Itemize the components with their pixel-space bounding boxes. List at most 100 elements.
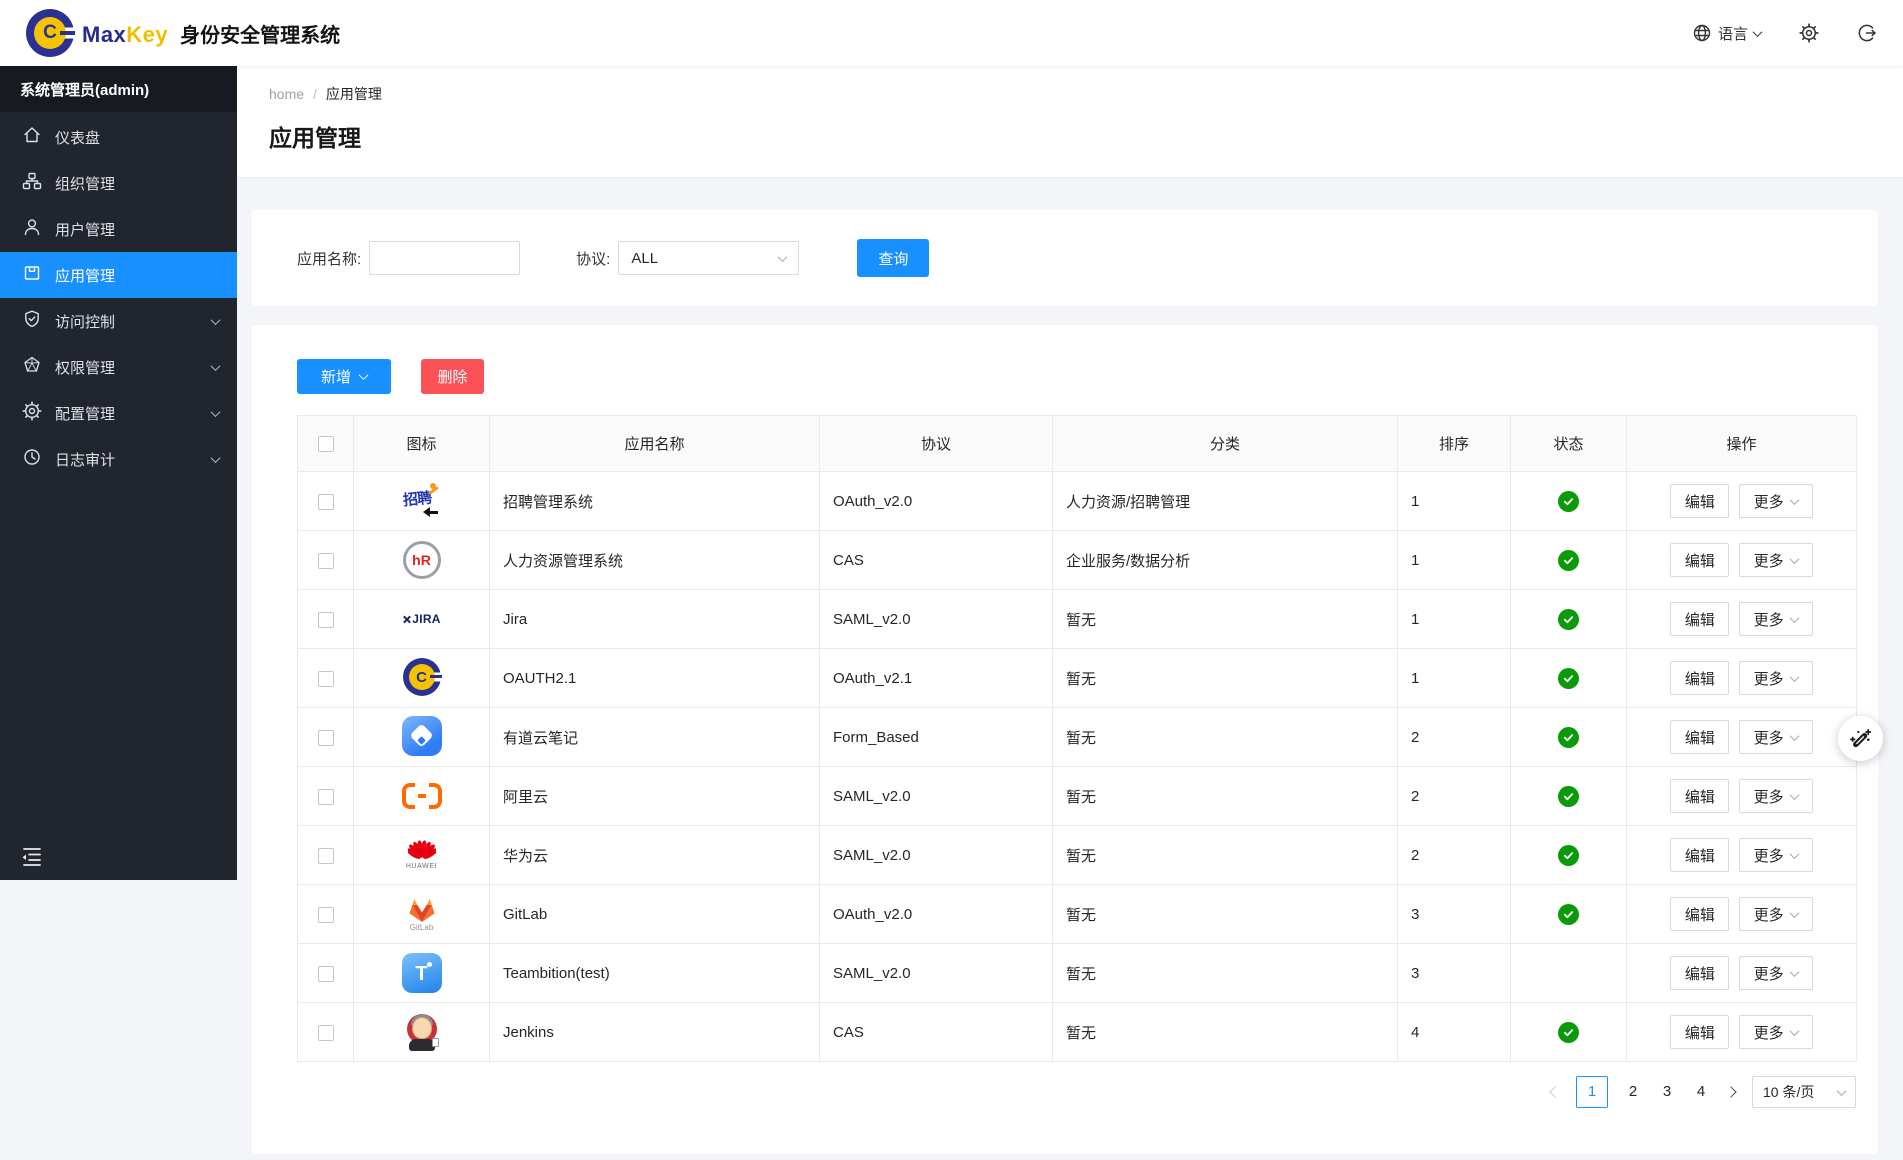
protocol-cell: CAS (820, 531, 1053, 590)
app-icon-maxkey: C (401, 656, 443, 698)
chevron-down-icon (211, 361, 221, 371)
language-switcher[interactable]: 语言 (1692, 23, 1761, 44)
more-button[interactable]: 更多 (1739, 720, 1813, 754)
select-all-checkbox[interactable] (318, 436, 334, 452)
table-row: JIRA Jira SAML_v2.0 暂无 1 编辑 更多 (298, 590, 1857, 649)
edit-button[interactable]: 编辑 (1670, 779, 1729, 813)
more-button[interactable]: 更多 (1739, 1015, 1813, 1049)
more-button[interactable]: 更多 (1739, 897, 1813, 931)
sidebar-item-user[interactable]: 用户管理 (0, 206, 237, 252)
sidebar-item-config[interactable]: 配置管理 (0, 390, 237, 436)
edit-button[interactable]: 编辑 (1670, 602, 1729, 636)
page-number-2[interactable]: 2 (1624, 1076, 1642, 1108)
page-number-3[interactable]: 3 (1658, 1076, 1676, 1108)
status-active-icon (1558, 609, 1579, 630)
edit-button[interactable]: 编辑 (1670, 484, 1729, 518)
page-number-4[interactable]: 4 (1692, 1076, 1710, 1108)
row-checkbox[interactable] (318, 848, 334, 864)
row-checkbox[interactable] (318, 494, 334, 510)
column-header-6: 操作 (1627, 416, 1857, 472)
app-name-filter-input[interactable] (369, 241, 520, 275)
more-button[interactable]: 更多 (1739, 661, 1813, 695)
table-row: 有道云笔记 Form_Based 暂无 2 编辑 更多 (298, 708, 1857, 767)
sidebar-menu: 仪表盘 组织管理 用户管理 应用管理 访问控制 权限管理 配置管理 日志审计 (0, 112, 237, 482)
sort-cell: 2 (1398, 826, 1511, 885)
app-icon-huawei: HUAWEI (401, 834, 443, 876)
sidebar-item-audit[interactable]: 日志审计 (0, 436, 237, 482)
category-cell: 暂无 (1053, 767, 1398, 826)
logout-button[interactable] (1857, 23, 1877, 43)
row-checkbox[interactable] (318, 730, 334, 746)
column-header-4: 排序 (1398, 416, 1511, 472)
column-header-2: 协议 (820, 416, 1053, 472)
edit-button[interactable]: 编辑 (1670, 1015, 1729, 1049)
pagination-prev[interactable] (1543, 1076, 1567, 1108)
row-checkbox[interactable] (318, 789, 334, 805)
row-checkbox[interactable] (318, 907, 334, 923)
sidebar-item-app[interactable]: 应用管理 (0, 252, 237, 298)
sort-cell: 4 (1398, 1003, 1511, 1062)
edit-button[interactable]: 编辑 (1670, 838, 1729, 872)
app-icon-recruitment: 招聘 (401, 479, 443, 521)
more-button[interactable]: 更多 (1739, 602, 1813, 636)
table-row: GitLab GitLab OAuth_v2.0 暂无 3 编辑 更多 (298, 885, 1857, 944)
apps-table: 图标应用名称协议分类排序状态操作 招聘 招聘管理系统 OAuth_v2.0 人力… (297, 415, 1857, 1062)
filter-card: 应用名称: 协议: ALL 查询 (252, 210, 1878, 306)
category-cell: 暂无 (1053, 649, 1398, 708)
page-number-1[interactable]: 1 (1576, 1076, 1608, 1108)
edit-button[interactable]: 编辑 (1670, 956, 1729, 990)
row-checkbox[interactable] (318, 1025, 334, 1041)
sidebar-item-org[interactable]: 组织管理 (0, 160, 237, 206)
more-button[interactable]: 更多 (1739, 484, 1813, 518)
chevron-down-icon (1753, 27, 1763, 37)
app-icon-jenkins (401, 1010, 443, 1052)
menu-fold-icon[interactable] (20, 844, 44, 868)
magic-wand-button[interactable] (1838, 716, 1883, 761)
app-name-cell: Jenkins (490, 1003, 820, 1062)
top-header: C Max Key 身份安全管理系统 语言 (0, 0, 1903, 66)
content: 应用名称: 协议: ALL 查询 新增 删除 (237, 178, 1903, 1154)
more-button[interactable]: 更多 (1739, 956, 1813, 990)
edit-button[interactable]: 编辑 (1670, 897, 1729, 931)
more-button[interactable]: 更多 (1739, 779, 1813, 813)
pagination: 1234 10 条/页 (297, 1076, 1856, 1108)
sidebar-item-permission[interactable]: 权限管理 (0, 344, 237, 390)
protocol-cell: SAML_v2.0 (820, 944, 1053, 1003)
settings-button[interactable] (1799, 23, 1819, 43)
edit-button[interactable]: 编辑 (1670, 543, 1729, 577)
app-icon-youdao (401, 715, 443, 757)
row-checkbox[interactable] (318, 553, 334, 569)
brand-max: Max (82, 22, 126, 48)
app-icon-teambition: T (401, 952, 443, 994)
page-size-value: 10 条/页 (1763, 1082, 1814, 1102)
search-button[interactable]: 查询 (857, 239, 929, 277)
edit-button[interactable]: 编辑 (1670, 720, 1729, 754)
chevron-down-icon (1789, 849, 1799, 859)
protocol-select[interactable]: ALL (618, 241, 799, 275)
delete-button[interactable]: 删除 (421, 359, 484, 394)
row-checkbox[interactable] (318, 671, 334, 687)
breadcrumb-home[interactable]: home (269, 86, 304, 102)
app-title: 身份安全管理系统 (180, 19, 340, 48)
app-icon-jenkins (404, 1011, 440, 1051)
home-icon (22, 125, 42, 149)
page-size-select[interactable]: 10 条/页 (1752, 1076, 1856, 1108)
more-button[interactable]: 更多 (1739, 838, 1813, 872)
sidebar-item-access[interactable]: 访问控制 (0, 298, 237, 344)
table-row: T Teambition(test) SAML_v2.0 暂无 3 编辑 更多 (298, 944, 1857, 1003)
app-icon-jira: JIRA (402, 612, 441, 626)
protocol-cell: CAS (820, 1003, 1053, 1062)
protocol-cell: OAuth_v2.0 (820, 885, 1053, 944)
protocol-cell: SAML_v2.0 (820, 590, 1053, 649)
table-row: 招聘 招聘管理系统 OAuth_v2.0 人力资源/招聘管理 1 编辑 更多 (298, 472, 1857, 531)
more-button[interactable]: 更多 (1739, 543, 1813, 577)
edit-button[interactable]: 编辑 (1670, 661, 1729, 695)
row-checkbox[interactable] (318, 612, 334, 628)
brand: Max Key 身份安全管理系统 (82, 19, 340, 48)
row-checkbox[interactable] (318, 966, 334, 982)
add-button[interactable]: 新增 (297, 359, 391, 394)
toolbar: 新增 删除 (297, 359, 1856, 394)
pagination-next[interactable] (1719, 1076, 1743, 1108)
sidebar-item-dashboard[interactable]: 仪表盘 (0, 114, 237, 160)
column-header-5: 状态 (1511, 416, 1627, 472)
